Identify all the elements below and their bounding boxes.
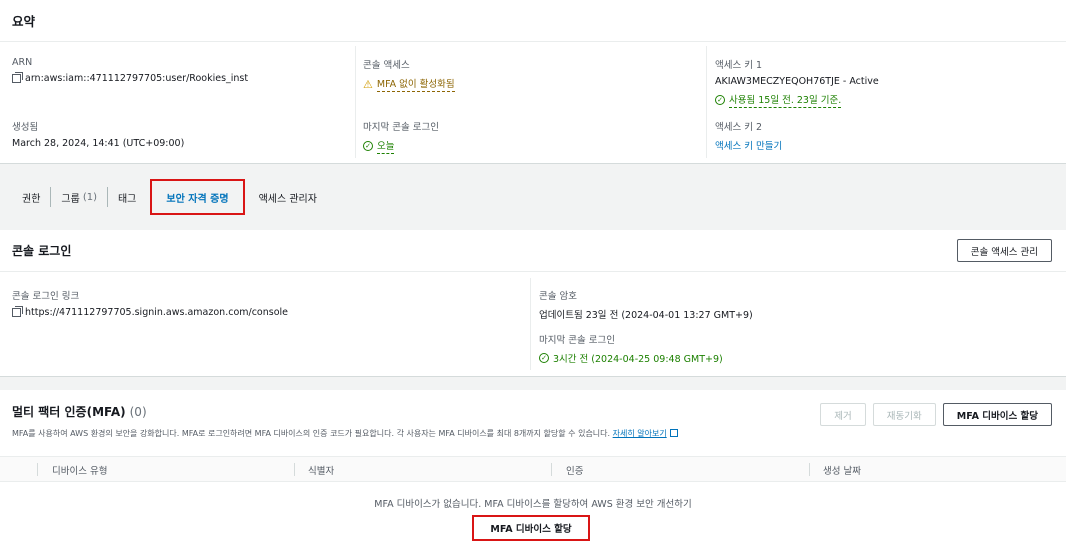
- console-password-label: 콘솔 암호: [539, 291, 577, 302]
- tab-tags[interactable]: 태그: [108, 187, 146, 207]
- mfa-header: 멀티 팩터 인증(MFA) (0): [12, 403, 147, 420]
- created-value: March 28, 2024, 14:41 (UTC+09:00): [12, 138, 185, 149]
- column-identifier[interactable]: 식별자: [308, 463, 334, 477]
- warning-icon: ⚠: [363, 77, 373, 91]
- column-certification[interactable]: 인증: [566, 463, 583, 477]
- arn-label: ARN: [12, 57, 33, 68]
- access-key1-field: 액세스 키 1 AKIAW3MECZYEQOH76TJE - Active ✓ …: [715, 57, 879, 108]
- last-console-login-label: 마지막 콘솔 로그인: [363, 122, 439, 133]
- mfa-panel: 멀티 팩터 인증(MFA) (0) MFA를 사용하여 AWS 환경의 보안을 …: [0, 390, 1066, 555]
- mfa-title: 멀티 팩터 인증(MFA): [12, 405, 126, 419]
- mfa-actions: 제거 재동기화 MFA 디바이스 할당: [820, 403, 1052, 426]
- console-access-status[interactable]: MFA 없이 활성화됨: [376, 76, 455, 92]
- mfa-description: MFA를 사용하여 AWS 환경의 보안을 강화합니다. MFA로 로그인하려면…: [12, 428, 678, 439]
- copy-icon[interactable]: [12, 72, 23, 83]
- tab-label: 태그: [117, 193, 137, 205]
- column-created-date[interactable]: 생성 날짜: [823, 463, 861, 477]
- summary-divider-2: [706, 46, 707, 158]
- column-separator: [294, 463, 295, 476]
- mfa-empty-message: MFA 디바이스가 없습니다. MFA 디바이스를 할당하여 AWS 환경 보안…: [374, 499, 692, 510]
- create-access-key-link[interactable]: 액세스 키 만들기: [715, 138, 782, 152]
- arn-field: ARN arn:aws:iam::471112797705:user/Rooki…: [12, 57, 248, 84]
- external-link-icon: [669, 429, 678, 437]
- summary-header: 요약: [0, 0, 1066, 42]
- console-divider: [530, 278, 531, 370]
- summary-divider-1: [355, 46, 356, 158]
- tab-permissions[interactable]: 권한: [12, 187, 50, 207]
- console-password-value: 업데이트됨 23일 전 (2024-04-01 13:27 GMT+9): [539, 310, 753, 321]
- check-circle-icon: ✓: [539, 353, 549, 363]
- access-key1-label: 액세스 키 1: [715, 60, 763, 71]
- remove-button[interactable]: 제거: [820, 403, 866, 426]
- arn-value: arn:aws:iam::471112797705:user/Rookies_i…: [12, 72, 249, 84]
- tab-count: (1): [82, 191, 97, 203]
- assign-mfa-device-empty-button[interactable]: MFA 디바이스 할당: [484, 518, 578, 538]
- tab-label: 그룹: [61, 193, 80, 205]
- tab-label: 액세스 관리자: [258, 193, 317, 205]
- arn-text: arn:aws:iam::471112797705:user/Rookies_i…: [25, 73, 249, 84]
- access-key2-label: 액세스 키 2: [715, 122, 763, 133]
- section-gap: [0, 378, 1066, 390]
- mfa-count: (0): [129, 404, 147, 419]
- manage-console-access-button[interactable]: 콘솔 액세스 관리: [956, 239, 1052, 262]
- assign-mfa-highlight: MFA 디바이스 할당: [472, 515, 590, 541]
- console-login-link-value: https://471112797705.signin.aws.amazon.c…: [12, 306, 288, 318]
- tab-label: 권한: [22, 193, 41, 205]
- last-console-login-value: ✓ 오늘: [363, 138, 439, 154]
- console-password-field: 콘솔 암호 업데이트됨 23일 전 (2024-04-01 13:27 GMT+…: [539, 288, 753, 321]
- console-access-label: 콘솔 액세스: [363, 60, 410, 71]
- console-login-title: 콘솔 로그인: [12, 244, 72, 258]
- last-console-login-status[interactable]: 오늘: [377, 138, 395, 154]
- console-access-value: ⚠ MFA 없이 활성화됨: [363, 76, 455, 92]
- tab-access-advisor[interactable]: 액세스 관리자: [249, 187, 327, 207]
- column-separator: [809, 463, 810, 476]
- created-field: 생성됨 March 28, 2024, 14:41 (UTC+09:00): [12, 119, 184, 149]
- console-login-link-field: 콘솔 로그인 링크 https://471112797705.signin.aw…: [12, 288, 288, 318]
- console-login-url[interactable]: https://471112797705.signin.aws.amazon.c…: [25, 307, 288, 318]
- check-circle-icon: ✓: [715, 95, 725, 105]
- tab-security-credentials[interactable]: 보안 자격 증명: [150, 179, 245, 215]
- learn-more-link[interactable]: 자세히 알아보기: [613, 429, 667, 438]
- created-label: 생성됨: [12, 122, 39, 133]
- console-last-login-label: 마지막 콘솔 로그인: [539, 335, 615, 346]
- console-last-login-text: 3시간 전 (2024-04-25 09:48 GMT+9): [553, 354, 723, 365]
- access-key2-value: 액세스 키 만들기: [715, 138, 782, 152]
- console-login-header: 콘솔 로그인 콘솔 액세스 관리: [0, 230, 1066, 272]
- tab-label: 보안 자격 증명: [166, 193, 229, 205]
- access-key2-field: 액세스 키 2 액세스 키 만들기: [715, 119, 782, 152]
- assign-mfa-device-button[interactable]: MFA 디바이스 할당: [942, 403, 1052, 426]
- access-key1-usage: ✓ 사용됨 15일 전. 23일 기준.: [715, 92, 879, 108]
- mfa-description-text: MFA를 사용하여 AWS 환경의 보안을 강화합니다. MFA로 로그인하려면…: [12, 429, 611, 438]
- console-last-login-value: ✓ 3시간 전 (2024-04-25 09:48 GMT+9): [539, 351, 723, 365]
- column-device-type[interactable]: 디바이스 유형: [52, 463, 107, 477]
- column-separator: [37, 463, 38, 476]
- console-login-link-label: 콘솔 로그인 링크: [12, 291, 80, 302]
- console-login-panel: 콘솔 로그인 콘솔 액세스 관리 콘솔 로그인 링크 https://47111…: [0, 230, 1066, 377]
- tab-groups[interactable]: 그룹 (1): [51, 187, 107, 207]
- summary-title: 요약: [12, 14, 36, 29]
- column-separator: [551, 463, 552, 476]
- tab-bar: 권한 그룹 (1) 태그 보안 자격 증명 액세스 관리자: [0, 179, 1066, 215]
- copy-icon[interactable]: [12, 306, 23, 317]
- last-console-login-field: 마지막 콘솔 로그인 ✓ 오늘: [363, 119, 439, 154]
- access-key1-value: AKIAW3MECZYEQOH76TJE - Active: [715, 76, 879, 87]
- summary-panel: 요약 ARN arn:aws:iam::471112797705:user/Ro…: [0, 0, 1066, 164]
- resync-button[interactable]: 재동기화: [872, 403, 936, 426]
- console-last-login-field: 마지막 콘솔 로그인 ✓ 3시간 전 (2024-04-25 09:48 GMT…: [539, 332, 723, 365]
- mfa-table-header: 디바이스 유형 식별자 인증 생성 날짜: [0, 456, 1066, 482]
- access-key1-used[interactable]: 사용됨 15일 전. 23일 기준.: [729, 92, 842, 108]
- check-circle-icon: ✓: [363, 141, 373, 151]
- console-access-field: 콘솔 액세스 ⚠ MFA 없이 활성화됨: [363, 57, 455, 92]
